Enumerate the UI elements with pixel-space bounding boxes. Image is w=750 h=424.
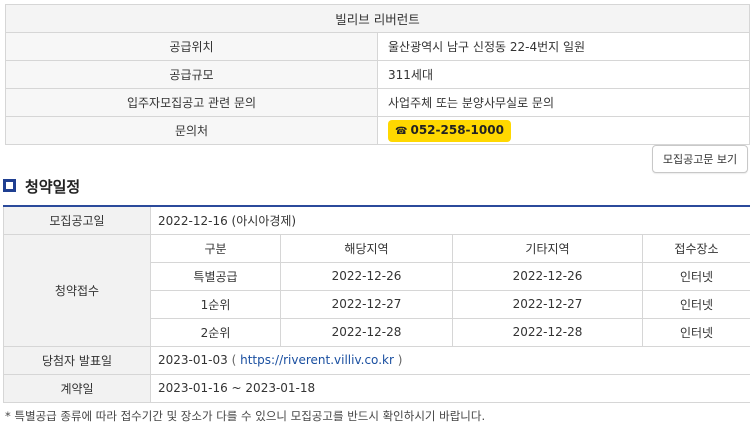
cell-place: 인터넷 bbox=[642, 317, 750, 347]
info-row-inquiry: 입주자모집공고 관련 문의 사업주체 또는 분양사무실로 문의 bbox=[5, 88, 750, 117]
contract-value: 2023-01-16 ~ 2023-01-18 bbox=[150, 373, 750, 403]
info-label: 입주자모집공고 관련 문의 bbox=[5, 88, 378, 117]
close-paren: ) bbox=[397, 353, 403, 367]
phone-badge[interactable]: ☎ 052-258-1000 bbox=[388, 119, 511, 142]
phone-number: 052-258-1000 bbox=[410, 122, 504, 137]
cell-local: 2022-12-26 bbox=[280, 261, 453, 291]
complex-title: 빌리브 리버런트 bbox=[5, 4, 750, 33]
col-header-place: 접수장소 bbox=[642, 233, 750, 263]
phone-icon: ☎ bbox=[395, 125, 408, 137]
col-header-local: 해당지역 bbox=[280, 233, 453, 263]
schedule-table: 모집공고일 2022-12-16 (아시아경제) 청약접수 구분 해당지역 기타… bbox=[3, 205, 750, 403]
info-table: 빌리브 리버런트 공급위치 울산광역시 남구 신정동 22-4번지 일원 공급규… bbox=[5, 4, 750, 145]
cell-other: 2022-12-27 bbox=[452, 289, 643, 319]
open-paren: ( bbox=[231, 353, 237, 367]
cell-type: 2순위 bbox=[150, 317, 281, 347]
info-label: 문의처 bbox=[5, 116, 378, 145]
info-row-contact: 문의처 ☎ 052-258-1000 bbox=[5, 116, 750, 145]
section-title: 청약일정 bbox=[25, 178, 81, 196]
winner-site-link[interactable]: https://riverent.villiv.co.kr bbox=[240, 353, 394, 367]
col-header-type: 구분 bbox=[150, 233, 281, 263]
col-header-other: 기타지역 bbox=[452, 233, 643, 263]
cell-local: 2022-12-27 bbox=[280, 289, 453, 319]
announce-label: 모집공고일 bbox=[3, 205, 151, 235]
winner-date: 2023-01-03 bbox=[158, 353, 228, 367]
info-label: 공급위치 bbox=[5, 32, 378, 61]
cell-local: 2022-12-28 bbox=[280, 317, 453, 347]
winner-label: 당첨자 발표일 bbox=[3, 345, 151, 375]
info-value: 311세대 bbox=[377, 60, 750, 89]
cell-other: 2022-12-26 bbox=[452, 261, 643, 291]
apply-label: 청약접수 bbox=[3, 233, 151, 347]
row-announcement: 모집공고일 2022-12-16 (아시아경제) bbox=[3, 205, 750, 235]
info-label: 공급규모 bbox=[5, 60, 378, 89]
contract-label: 계약일 bbox=[3, 373, 151, 403]
cell-place: 인터넷 bbox=[642, 289, 750, 319]
apply-header-row: 청약접수 구분 해당지역 기타지역 접수장소 bbox=[3, 233, 750, 347]
square-bullet-icon bbox=[3, 179, 16, 192]
row-winner: 당첨자 발표일 2023-01-03 ( https://riverent.vi… bbox=[3, 345, 750, 375]
cell-place: 인터넷 bbox=[642, 261, 750, 291]
announce-value: 2022-12-16 (아시아경제) bbox=[150, 205, 750, 235]
footnote: * 특별공급 종류에 따라 접수기간 및 장소가 다를 수 있으니 모집공고를 … bbox=[5, 409, 486, 423]
info-row-scale: 공급규모 311세대 bbox=[5, 60, 750, 89]
row-contract: 계약일 2023-01-16 ~ 2023-01-18 bbox=[3, 373, 750, 403]
view-notice-button[interactable]: 모집공고문 보기 bbox=[652, 145, 748, 173]
cell-type: 특별공급 bbox=[150, 261, 281, 291]
info-row-location: 공급위치 울산광역시 남구 신정동 22-4번지 일원 bbox=[5, 32, 750, 61]
info-value: 사업주체 또는 분양사무실로 문의 bbox=[377, 88, 750, 117]
cell-other: 2022-12-28 bbox=[452, 317, 643, 347]
info-value: 울산광역시 남구 신정동 22-4번지 일원 bbox=[377, 32, 750, 61]
cell-type: 1순위 bbox=[150, 289, 281, 319]
